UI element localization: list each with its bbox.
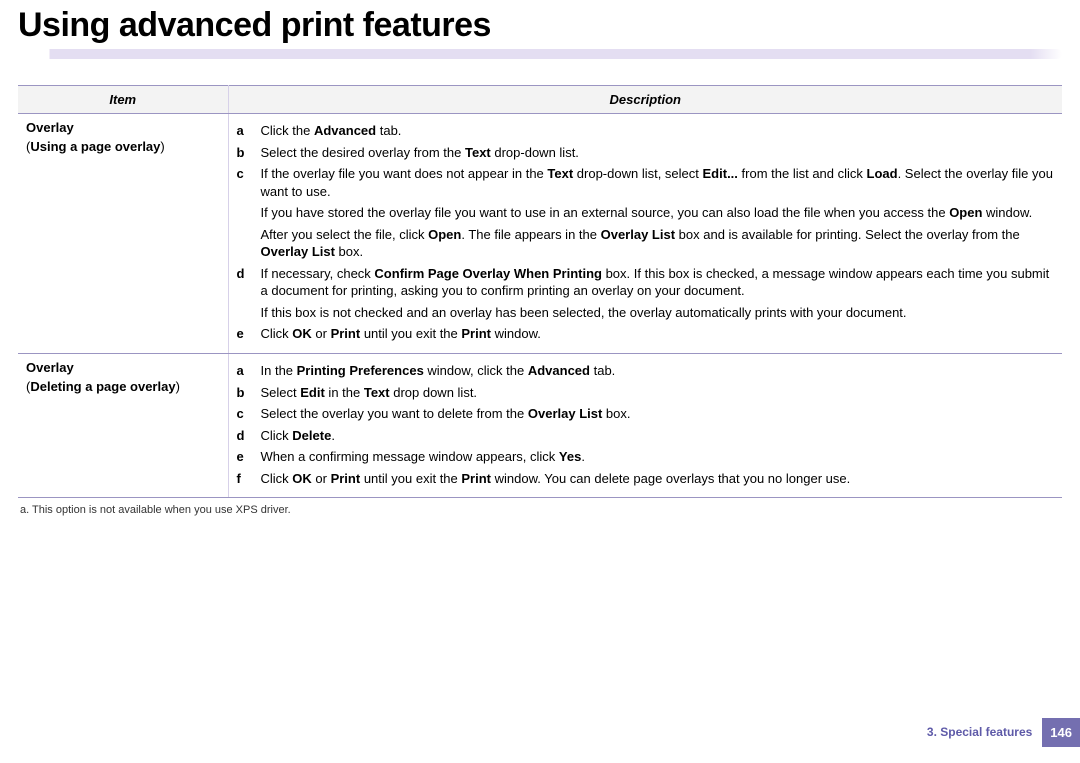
page-footer: 3. Special features 146 <box>917 718 1080 747</box>
step-continuation: If this box is not checked and an overla… <box>261 302 1055 324</box>
step-letter: d <box>237 265 251 300</box>
step-text: Click OK or Print until you exit the Pri… <box>261 325 1055 343</box>
step-text: Select the desired overlay from the Text… <box>261 144 1055 162</box>
step-item: b Select the desired overlay from the Tex… <box>237 142 1055 164</box>
step-letter: b <box>237 144 251 162</box>
step-letter: b <box>237 384 251 402</box>
item-cell: Overlay (Using a page overlay) <box>18 114 228 354</box>
step-text: Select the overlay you want to delete fr… <box>261 405 1055 423</box>
page: Using advanced print features Item Descr… <box>0 0 1080 763</box>
step-text: In the Printing Preferences window, clic… <box>261 362 1055 380</box>
step-item: a In the Printing Preferences window, cli… <box>237 360 1055 382</box>
step-letter: a <box>237 122 251 140</box>
step-item: e Click OK or Print until you exit the Pr… <box>237 323 1055 345</box>
step-item: c If the overlay file you want does not a… <box>237 163 1055 202</box>
step-item: d Click Delete. <box>237 425 1055 447</box>
step-text: When a confirming message window appears… <box>261 448 1055 466</box>
step-item: a Click the Advanced tab. <box>237 120 1055 142</box>
step-letter: d <box>237 427 251 445</box>
item-title: Overlay <box>26 120 220 135</box>
step-item: f Click OK or Print until you exit the Pr… <box>237 468 1055 490</box>
step-letter: c <box>237 165 251 200</box>
description-cell: a In the Printing Preferences window, cli… <box>228 354 1062 498</box>
step-text: Click the Advanced tab. <box>261 122 1055 140</box>
page-title: Using advanced print features <box>0 0 1080 49</box>
step-text: If necessary, check Confirm Page Overlay… <box>261 265 1055 300</box>
step-item: d If necessary, check Confirm Page Overla… <box>237 263 1055 302</box>
step-text: Click OK or Print until you exit the Pri… <box>261 470 1055 488</box>
table-row: Overlay (Deleting a page overlay) a In the … <box>18 354 1062 498</box>
table-row: Overlay (Using a page overlay) a Click the … <box>18 114 1062 354</box>
table-body: Overlay (Using a page overlay) a Click the … <box>18 114 1062 498</box>
chapter-label: 3. Special features <box>917 718 1042 747</box>
step-text: If the overlay file you want does not ap… <box>261 165 1055 200</box>
step-letter: e <box>237 448 251 466</box>
step-item: e When a confirming message window appear… <box>237 446 1055 468</box>
item-cell: Overlay (Deleting a page overlay) <box>18 354 228 498</box>
step-continuation: After you select the file, click Open. T… <box>261 224 1055 263</box>
step-text: Click Delete. <box>261 427 1055 445</box>
item-subtitle: (Using a page overlay) <box>26 139 220 154</box>
title-underline <box>18 49 1062 59</box>
step-list: a In the Printing Preferences window, cli… <box>237 360 1055 489</box>
step-continuation: If you have stored the overlay file you … <box>261 202 1055 224</box>
step-item: b Select Edit in the Text drop down list. <box>237 382 1055 404</box>
step-letter: e <box>237 325 251 343</box>
column-header-item: Item <box>18 86 228 114</box>
item-subtitle: (Deleting a page overlay) <box>26 379 220 394</box>
step-letter: c <box>237 405 251 423</box>
page-number: 146 <box>1042 718 1080 747</box>
content-area: Item Description Overlay (Using a page ov… <box>0 59 1080 516</box>
step-list: a Click the Advanced tab. b Select the desi… <box>237 120 1055 345</box>
step-letter: a <box>237 362 251 380</box>
feature-table: Item Description Overlay (Using a page ov… <box>18 85 1062 498</box>
step-text: Select Edit in the Text drop down list. <box>261 384 1055 402</box>
footnote: a. This option is not available when you… <box>18 498 1062 516</box>
step-item: c Select the overlay you want to delete f… <box>237 403 1055 425</box>
description-cell: a Click the Advanced tab. b Select the desi… <box>228 114 1062 354</box>
step-letter: f <box>237 470 251 488</box>
column-header-description: Description <box>228 86 1062 114</box>
item-title: Overlay <box>26 360 220 375</box>
